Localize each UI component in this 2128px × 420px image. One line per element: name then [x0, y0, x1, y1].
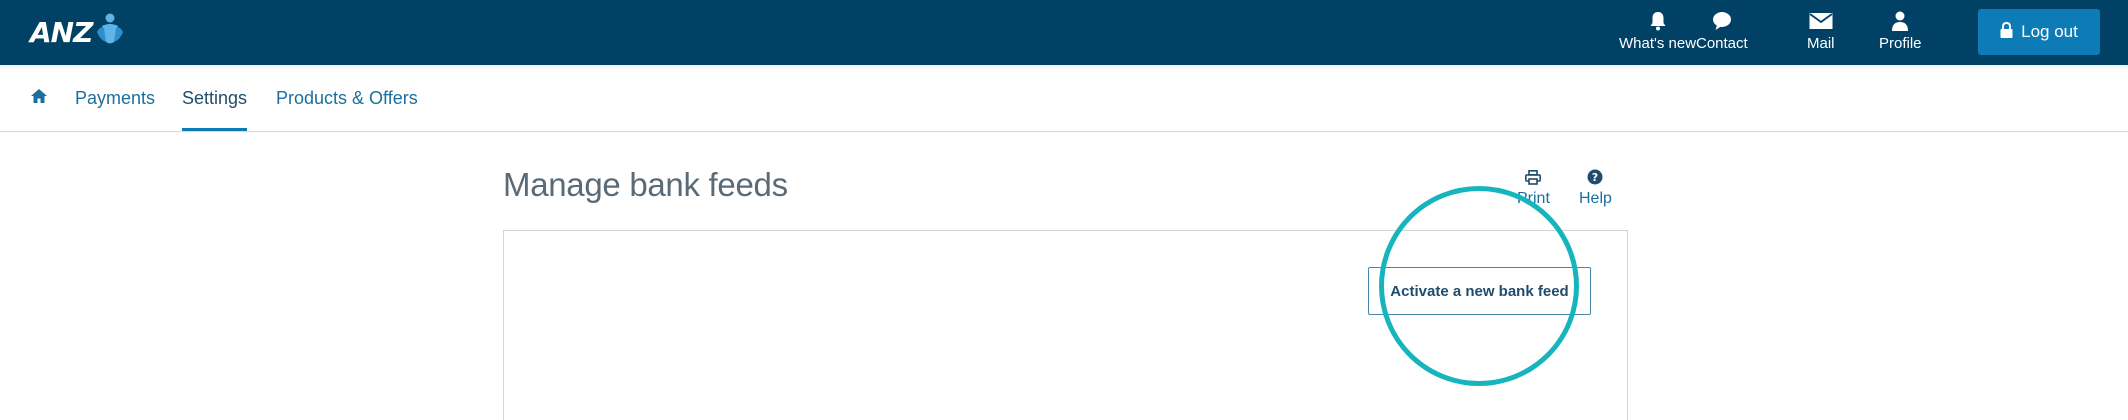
page-title: Manage bank feeds	[503, 166, 788, 203]
question-circle-icon: ?	[1587, 167, 1603, 187]
logo-text: ANZ	[30, 15, 93, 49]
nav-payments[interactable]: Payments	[75, 65, 155, 131]
svg-text:?: ?	[1592, 171, 1598, 184]
bank-feeds-panel	[503, 230, 1628, 420]
anz-logo[interactable]: ANZ	[30, 12, 126, 52]
mail-button[interactable]: Mail	[1807, 8, 1835, 52]
nav-payments-label: Payments	[75, 87, 156, 108]
activate-new-bank-feed-label: Activate a new bank feed	[1390, 282, 1569, 300]
activate-new-bank-feed-button[interactable]: Activate a new bank feed	[1368, 267, 1591, 315]
profile-button[interactable]: Profile	[1879, 8, 1922, 52]
log-out-label: Log out	[2021, 22, 2078, 41]
lock-icon	[2000, 21, 2013, 43]
contact-label: Contact	[1696, 35, 1748, 52]
help-button[interactable]: ? Help	[1579, 167, 1612, 208]
whats-new-button[interactable]: What's new	[1619, 8, 1696, 52]
print-button[interactable]: Print	[1517, 167, 1550, 208]
whats-new-label: What's new	[1619, 35, 1697, 52]
print-label: Print	[1517, 190, 1550, 207]
profile-label: Profile	[1879, 35, 1922, 52]
speech-bubble-icon	[1712, 8, 1732, 34]
help-label: Help	[1579, 190, 1612, 207]
top-bar: ANZ What's new Contact Mail Profile Log …	[0, 0, 2128, 65]
bell-icon	[1649, 8, 1667, 34]
log-out-button[interactable]: Log out	[1978, 9, 2100, 55]
person-icon	[1891, 8, 1909, 34]
nav-home[interactable]	[30, 65, 48, 131]
nav-products-offers[interactable]: Products & Offers	[276, 65, 418, 131]
printer-icon	[1525, 167, 1542, 187]
nav-settings[interactable]: Settings	[182, 65, 248, 131]
nav-settings-label: Settings	[182, 87, 248, 108]
main-nav: Payments Settings Products & Offers	[0, 65, 2128, 132]
anz-people-logo-icon	[97, 13, 124, 44]
contact-button[interactable]: Contact	[1696, 8, 1748, 52]
mail-label: Mail	[1807, 35, 1835, 52]
home-icon	[30, 88, 48, 109]
envelope-icon	[1809, 8, 1833, 34]
nav-products-offers-label: Products & Offers	[276, 87, 418, 108]
